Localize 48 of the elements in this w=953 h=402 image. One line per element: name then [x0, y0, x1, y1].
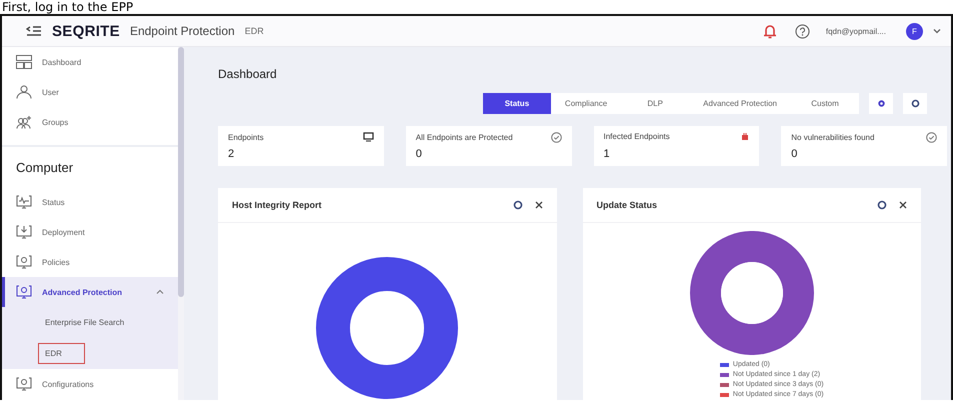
stat-label: All Endpoints are Protected [416, 133, 513, 142]
sidebar-item[interactable]: Advanced Protection [2, 277, 178, 307]
caret-icon[interactable] [933, 28, 941, 34]
sidebar-item[interactable]: Configurations [2, 369, 178, 399]
stat-value: 0 [791, 148, 798, 160]
card-title: Update Status [596, 200, 658, 210]
stat-label: Endpoints [228, 132, 264, 142]
dashboard-icon [16, 55, 32, 69]
user-avatar[interactable]: F [906, 22, 923, 40]
group-add-icon [16, 115, 32, 129]
stat-value: 2 [228, 148, 236, 160]
refresh-icon [910, 99, 920, 108]
document-caption: First, log in to the EPP [1, 0, 134, 14]
stat-label: No vulnerabilities found [791, 133, 874, 142]
sidebar-item[interactable]: Status [2, 187, 178, 217]
sidebar-item[interactable]: Policies [2, 247, 178, 277]
help-icon[interactable] [794, 24, 810, 38]
refresh-icon[interactable] [512, 200, 522, 210]
scrollbar-thumb[interactable] [178, 47, 184, 297]
sidebar-item[interactable]: Groups [2, 107, 178, 137]
close-icon[interactable] [899, 201, 907, 209]
menu-collapse-icon[interactable] [26, 25, 42, 37]
tab[interactable]: Status [482, 93, 551, 114]
page-title: Dashboard [218, 67, 278, 83]
check-circle-icon [550, 132, 562, 143]
sidebar-item[interactable]: Dashboard [2, 47, 178, 77]
monitor-icon [362, 132, 374, 142]
notification-bell-icon[interactable] [762, 24, 777, 38]
settings-button[interactable] [869, 93, 893, 114]
module-name: EDR [244, 26, 264, 36]
sidebar-subitem[interactable]: EDR [38, 343, 85, 364]
monitor-pulse-icon [16, 195, 32, 209]
user-email[interactable]: fqdn@yopmail.... [826, 26, 886, 36]
sidebar-item[interactable]: User [2, 77, 178, 107]
close-icon[interactable] [534, 201, 542, 209]
stat-label: Infected Endpoints [604, 132, 670, 141]
refresh-button[interactable] [903, 93, 927, 114]
download-icon [16, 225, 32, 239]
logo-text: SEQRITE [52, 22, 120, 40]
check-circle-icon [926, 132, 937, 143]
user-icon [16, 85, 32, 99]
stat-value: 0 [416, 148, 423, 160]
stat-value: 1 [604, 148, 611, 160]
sidebar-item[interactable]: Deployment [2, 217, 178, 247]
refresh-icon[interactable] [877, 200, 887, 210]
product-name: Endpoint Protection [130, 24, 235, 38]
card-title: Host Integrity Report [232, 200, 323, 210]
chevron-icon[interactable] [156, 289, 164, 295]
